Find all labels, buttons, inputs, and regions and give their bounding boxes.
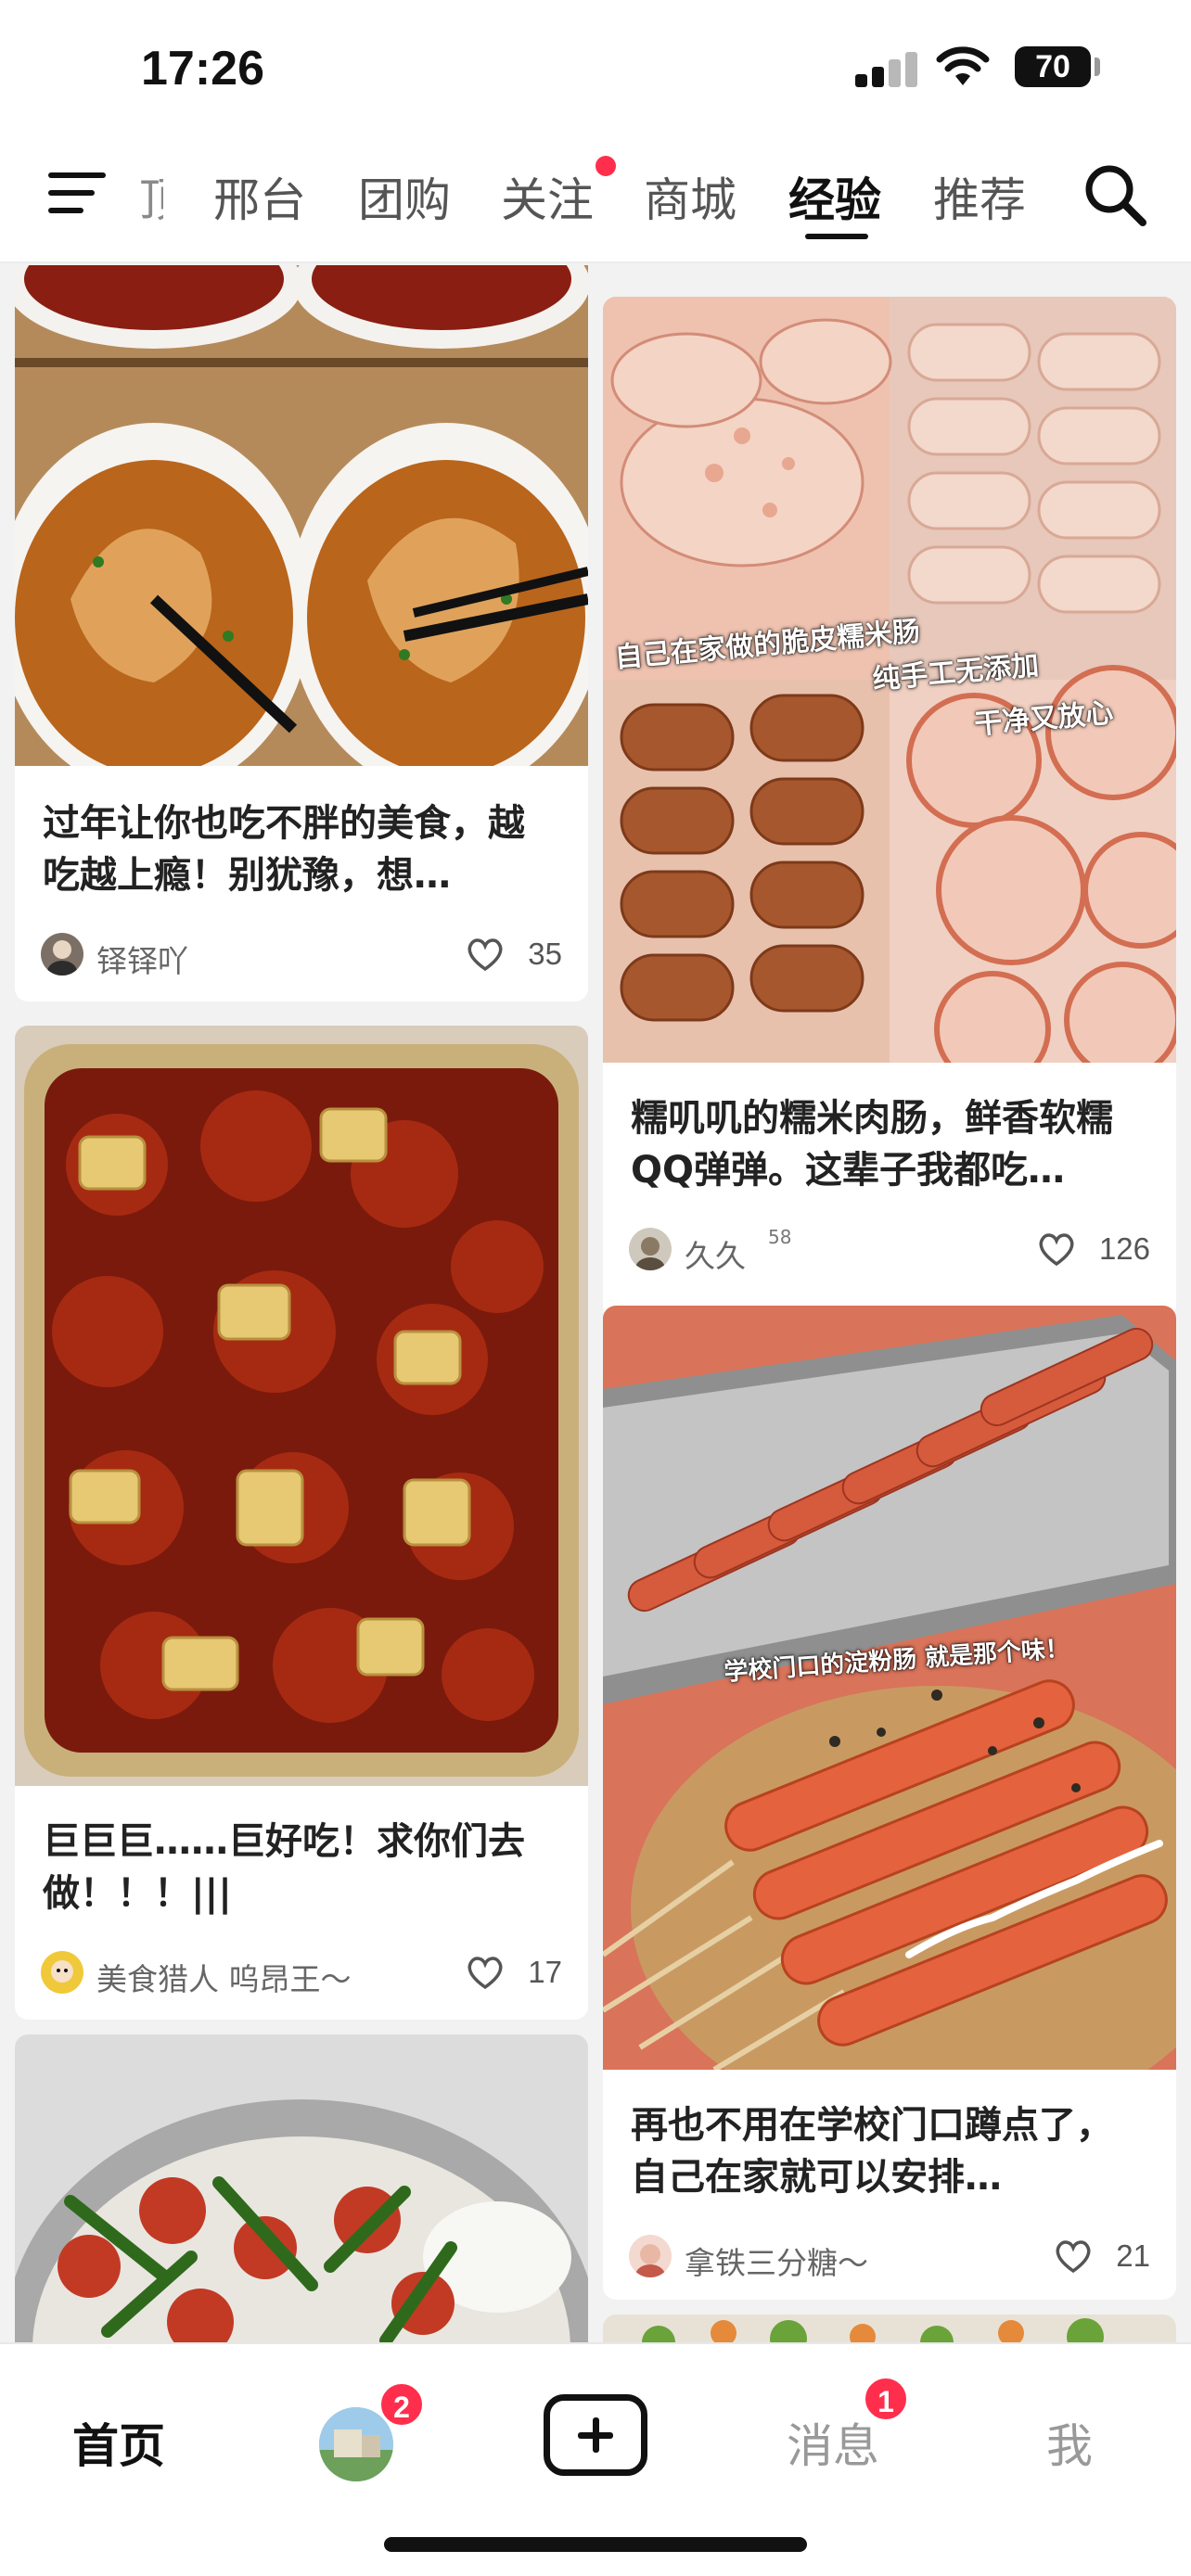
bottom-tab-bar: 首页 2 消息 1 我 bbox=[0, 2342, 1191, 2576]
card-title[interactable]: 过年让你也吃不胖的美食，越吃越上瘾！别犹豫，想… bbox=[43, 797, 560, 901]
heart-icon bbox=[467, 938, 503, 972]
top-nav: 顶 邢台 团购 关注 商城 经验 推荐 bbox=[0, 130, 1191, 263]
author-avatar[interactable] bbox=[629, 1228, 672, 1270]
card-image-chicken[interactable] bbox=[15, 265, 588, 766]
feed-card[interactable] bbox=[15, 2034, 588, 2342]
notification-dot bbox=[596, 156, 616, 176]
like-count: 35 bbox=[528, 937, 562, 971]
author-name[interactable]: 铎铎吖 bbox=[96, 937, 188, 981]
publish-button[interactable] bbox=[544, 2394, 647, 2476]
card-meta: 拿铁三分糖～ 21 bbox=[629, 2233, 1150, 2281]
card-image-sausage-peppers[interactable] bbox=[15, 2034, 588, 2342]
tab-cut-off[interactable]: 顶 bbox=[139, 163, 163, 230]
heart-icon bbox=[467, 1957, 503, 1990]
tab-experience[interactable]: 经验 bbox=[788, 163, 881, 230]
like-count: 17 bbox=[528, 1955, 562, 1989]
search-icon[interactable] bbox=[1082, 161, 1148, 228]
battery-tip bbox=[1095, 57, 1100, 76]
heart-icon bbox=[1056, 2240, 1091, 2274]
tab-home[interactable]: 首页 bbox=[72, 2409, 165, 2476]
like-button[interactable]: 17 bbox=[414, 1951, 562, 1994]
feed-card[interactable]: 巨巨巨……巨好吃！求你们去做！！！||| 美食猎人 呜昂王～ 17 bbox=[15, 1026, 588, 2020]
feed-card[interactable]: 过年让你也吃不胖的美食，越吃越上瘾！别犹豫，想… 铎铎吖 35 bbox=[15, 265, 588, 1001]
status-time: 17:26 bbox=[141, 42, 264, 96]
like-button[interactable]: 35 bbox=[414, 933, 562, 976]
card-title[interactable]: 再也不用在学校门口蹲点了，自己在家就可以安排… bbox=[631, 2099, 1148, 2203]
feed-card[interactable]: 自己在家做的脆皮糯米肠 纯手工无添加 干净又放心 糯叽叽的糯米肉肠，鲜香软糯QQ… bbox=[603, 297, 1176, 1319]
home-indicator[interactable] bbox=[384, 2537, 807, 2552]
card-meta: 铎铎吖 35 bbox=[41, 931, 562, 979]
friend-badge: 2 bbox=[378, 2381, 425, 2428]
author-avatar[interactable] bbox=[41, 1951, 83, 1994]
menu-icon[interactable] bbox=[48, 169, 106, 217]
messages-badge: 1 bbox=[863, 2376, 909, 2422]
tab-me[interactable]: 我 bbox=[1046, 2409, 1093, 2476]
tab-recommend[interactable]: 推荐 bbox=[933, 163, 1026, 230]
heart-icon bbox=[1039, 1233, 1074, 1267]
card-title[interactable]: 糯叽叽的糯米肉肠，鲜香软糯QQ弹弹。这辈子我都吃… bbox=[631, 1092, 1148, 1196]
like-count: 126 bbox=[1098, 1231, 1150, 1266]
author-name[interactable]: 久久 bbox=[685, 1231, 746, 1276]
author-name[interactable]: 拿铁三分糖～ bbox=[685, 2238, 868, 2283]
feed-card[interactable]: 学校门口的淀粉肠 就是那个味！ 再也不用在学校门口蹲点了，自己在家就可以安排… … bbox=[603, 1306, 1176, 2300]
author-name[interactable]: 美食猎人 呜昂王～ bbox=[96, 1955, 352, 1999]
plus-icon-vertical bbox=[593, 2417, 599, 2453]
author-avatar[interactable] bbox=[41, 933, 83, 976]
card-meta: 久久 58 126 bbox=[629, 1226, 1150, 1274]
active-tab-underline bbox=[805, 234, 868, 239]
card-title[interactable]: 巨巨巨……巨好吃！求你们去做！！！||| bbox=[43, 1816, 560, 1919]
feed: 过年让你也吃不胖的美食，越吃越上瘾！别犹豫，想… 铎铎吖 35 巨巨巨……巨好吃… bbox=[0, 265, 1191, 2342]
battery-icon: 70 bbox=[1015, 46, 1091, 87]
tab-groupbuy[interactable]: 团购 bbox=[358, 163, 451, 230]
like-count: 21 bbox=[1116, 2238, 1150, 2273]
nav-tabs: 顶 邢台 团购 关注 商城 经验 推荐 bbox=[139, 130, 1067, 263]
tab-xingtai[interactable]: 邢台 bbox=[213, 163, 306, 230]
card-image-salad[interactable] bbox=[603, 2315, 1176, 2342]
tab-messages[interactable]: 消息 bbox=[787, 2409, 879, 2476]
status-bar: 17:26 70 bbox=[0, 0, 1191, 130]
wifi-icon bbox=[936, 46, 990, 85]
like-button[interactable]: 21 bbox=[1002, 2235, 1150, 2277]
card-image-starch-sausage[interactable] bbox=[603, 1306, 1176, 2070]
like-button[interactable]: 126 bbox=[1002, 1228, 1150, 1270]
feed-card[interactable] bbox=[603, 2315, 1176, 2342]
card-image-noodle-bites[interactable] bbox=[15, 1026, 588, 1786]
tab-following[interactable]: 关注 bbox=[501, 163, 594, 230]
cellular-signal-icon bbox=[855, 52, 918, 87]
card-meta: 美食猎人 呜昂王～ 17 bbox=[41, 1949, 562, 1999]
author-avatar[interactable] bbox=[629, 2235, 672, 2277]
tab-mall[interactable]: 商城 bbox=[644, 163, 736, 230]
author-badge: 58 bbox=[768, 1226, 792, 1248]
